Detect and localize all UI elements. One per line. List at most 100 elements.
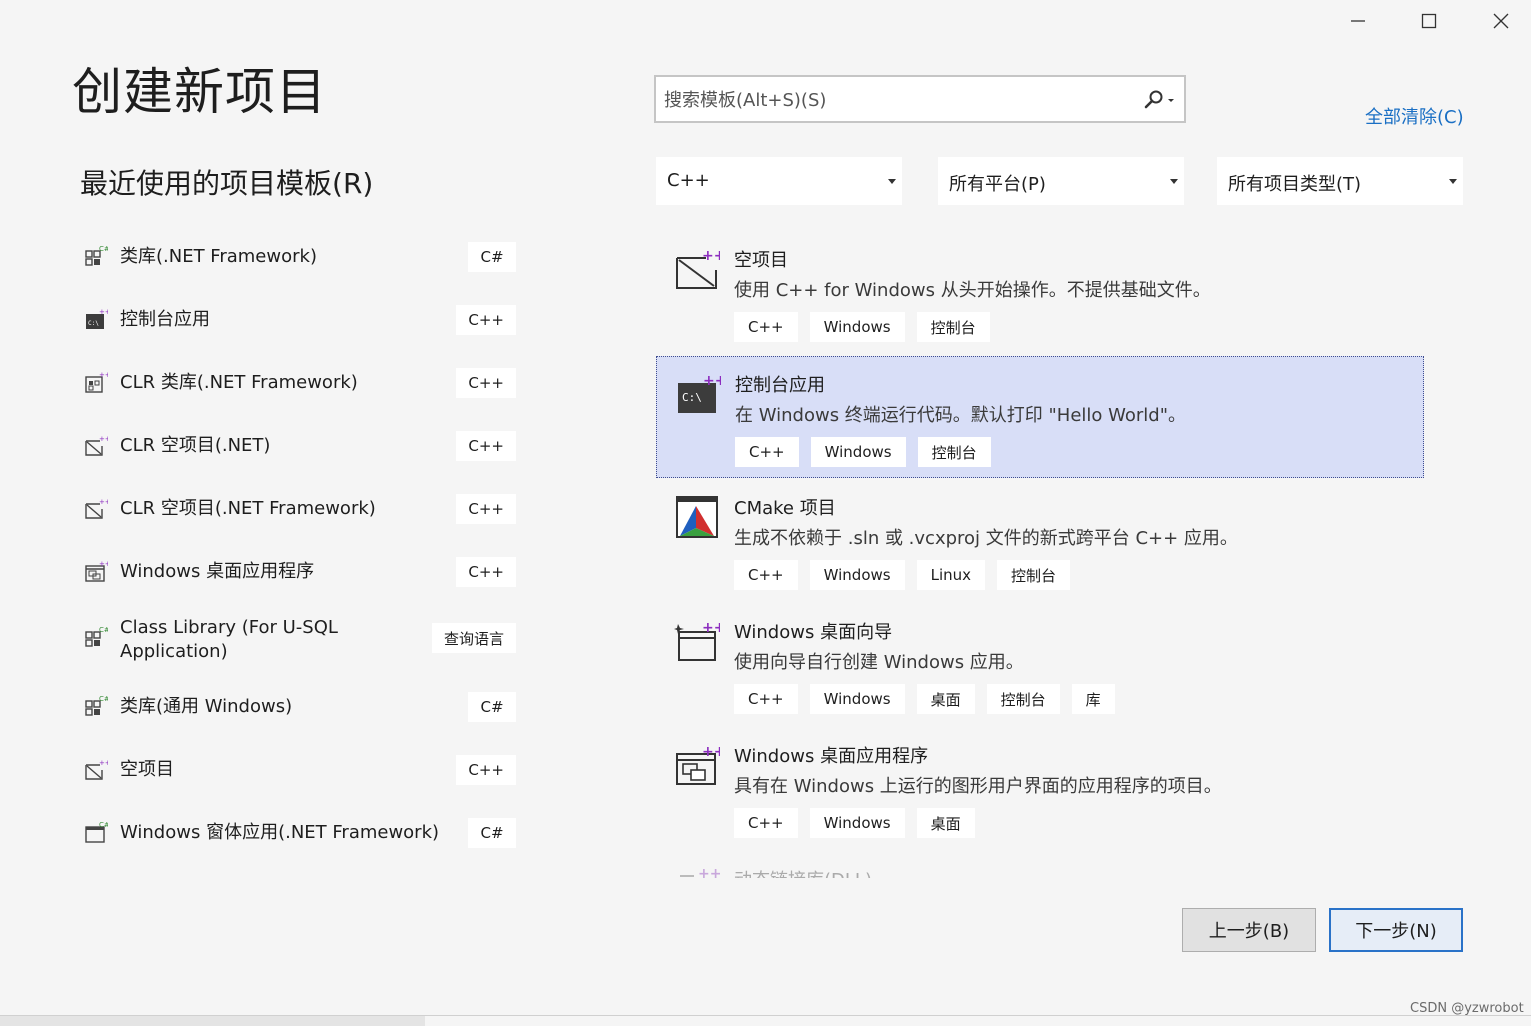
recent-item[interactable]: ++ 空项目 C++ (80, 742, 520, 798)
recent-item[interactable]: ++ CLR 类库(.NET Framework) C++ (80, 355, 520, 411)
clr-library-icon: ++ (85, 371, 108, 393)
empty-project-icon: ++ (85, 435, 108, 456)
template-tags: C++ Windows 桌面 (734, 808, 975, 838)
template-tags: C++ Windows 桌面 控制台 库 (734, 684, 1115, 714)
template-item-console-app[interactable]: C:\ ++ 控制台应用 在 Windows 终端运行代码。默认打印 "Hell… (656, 356, 1424, 478)
template-tag: 控制台 (916, 312, 990, 342)
svg-text:++: ++ (99, 498, 108, 506)
svg-text:C#: C# (99, 695, 108, 703)
template-tags: C++ Windows 控制台 (734, 312, 990, 342)
platform-filter-dropdown[interactable]: 所有平台(P) (938, 157, 1184, 205)
recent-item-name: CLR 类库(.NET Framework) (120, 372, 358, 393)
svg-text:++: ++ (698, 866, 721, 878)
recent-item-name: Windows 窗体应用(.NET Framework) (120, 822, 440, 843)
empty-project-icon: ++ (676, 248, 720, 289)
maximize-button[interactable] (1405, 6, 1453, 36)
recent-item-language: C++ (456, 494, 516, 524)
class-library-icon: C# (85, 245, 108, 266)
maximize-icon (1421, 13, 1437, 29)
template-tag: Windows (810, 437, 906, 467)
svg-text:C#: C# (99, 245, 108, 253)
search-box[interactable] (654, 75, 1186, 123)
recent-item-language: C++ (456, 557, 516, 587)
template-name: Windows 桌面向导 (734, 622, 893, 643)
back-button[interactable]: 上一步(B) (1182, 908, 1316, 952)
template-tag: 桌面 (916, 684, 975, 714)
footer-scroll-segment (0, 1016, 425, 1026)
recent-item-language: 查询语言 (431, 623, 516, 653)
minimize-icon (1351, 20, 1365, 22)
recent-item-language: C++ (456, 305, 516, 335)
recent-item[interactable]: ++ Windows 桌面应用程序 C++ (80, 544, 520, 600)
recent-item[interactable]: C# 类库(.NET Framework) C# (80, 229, 520, 285)
template-tag: 桌面 (916, 808, 975, 838)
recent-item-name-line2: Application) (120, 641, 228, 662)
template-tag: 控制台 (986, 684, 1060, 714)
recent-item[interactable]: C# Windows 窗体应用(.NET Framework) C# (80, 805, 520, 861)
recent-item-name: CLR 空项目(.NET Framework) (120, 498, 376, 519)
template-name: 动态链接库(DLL) (734, 866, 872, 878)
svg-text:++: ++ (99, 560, 108, 568)
console-app-icon: C:\ ++ (678, 373, 721, 413)
template-item-desktop-app[interactable]: ++ Windows 桌面应用程序 具有在 Windows 上运行的图形用户界面… (656, 728, 1424, 850)
svg-text:++: ++ (702, 744, 720, 760)
empty-project-icon: ++ (85, 759, 108, 780)
template-tag: Windows (809, 312, 905, 342)
chevron-down-icon (1170, 179, 1178, 184)
empty-project-icon: ++ (85, 498, 108, 519)
template-item-cmake-project[interactable]: CMake 项目 生成不依赖于 .sln 或 .vcxproj 文件的新式跨平台… (656, 480, 1424, 602)
template-name: 空项目 (734, 250, 788, 271)
template-tag: Windows (809, 684, 905, 714)
desktop-wizard-icon: ++ (674, 620, 720, 661)
svg-text:++: ++ (703, 373, 721, 389)
recent-item[interactable]: ++ CLR 空项目(.NET) C++ (80, 418, 520, 474)
recent-templates-heading: 最近使用的项目模板(R) (80, 162, 373, 202)
template-description: 具有在 Windows 上运行的图形用户界面的应用程序的项目。 (734, 776, 1222, 797)
svg-text:++: ++ (702, 620, 720, 636)
recent-item-name-line1: Class Library (For U-SQL (120, 617, 338, 638)
template-tag: 库 (1071, 684, 1115, 714)
svg-text:++: ++ (99, 759, 108, 767)
svg-text:C:\: C:\ (682, 391, 702, 404)
search-input[interactable] (662, 85, 1136, 115)
template-item-desktop-wizard[interactable]: ++ Windows 桌面向导 使用向导自行创建 Windows 应用。 C++… (656, 604, 1424, 726)
template-name: CMake 项目 (734, 498, 836, 519)
desktop-app-icon: ++ (676, 744, 720, 785)
template-item-empty-project[interactable]: ++ 空项目 使用 C++ for Windows 从头开始操作。不提供基础文件… (656, 232, 1424, 354)
recent-item-language: C# (468, 692, 516, 722)
recent-item-name: 类库(通用 Windows) (120, 696, 293, 717)
language-filter-dropdown[interactable]: C++ (656, 157, 902, 205)
template-tags: C++ Windows 控制台 (735, 437, 991, 467)
svg-text:++: ++ (99, 435, 108, 443)
recent-item-name: Class Library (For U-SQL Application) (120, 616, 338, 664)
recent-item-language: C# (468, 818, 516, 848)
template-description: 使用向导自行创建 Windows 应用。 (734, 652, 1024, 673)
template-tag: C++ (734, 684, 798, 714)
recent-item-language: C++ (456, 431, 516, 461)
recent-item[interactable]: ++ CLR 空项目(.NET Framework) C++ (80, 481, 520, 537)
clear-all-link[interactable]: 全部清除(C) (1365, 103, 1464, 129)
dll-icon: ++ (680, 866, 721, 878)
project-type-filter-value: 所有项目类型(T) (1228, 174, 1362, 195)
close-button[interactable] (1477, 6, 1525, 36)
recent-item-name: 类库(.NET Framework) (120, 246, 317, 267)
template-name: 控制台应用 (735, 375, 825, 396)
svg-text:C#: C# (99, 626, 108, 634)
watermark: CSDN @yzwrobot (1410, 1001, 1524, 1016)
template-tag: C++ (734, 808, 798, 838)
chevron-down-icon (1449, 179, 1457, 184)
template-tag: C++ (735, 437, 799, 467)
recent-item[interactable]: C# Class Library (For U-SQLApplication) … (80, 610, 520, 666)
recent-item[interactable]: C# 类库(通用 Windows) C# (80, 679, 520, 735)
project-type-filter-dropdown[interactable]: 所有项目类型(T) (1217, 157, 1463, 205)
recent-item-language: C++ (456, 755, 516, 785)
minimize-button[interactable] (1334, 6, 1382, 36)
console-app-icon: C:\ ++ (86, 308, 108, 329)
svg-text:C#: C# (99, 821, 108, 829)
template-item-dll-partial[interactable]: ++ 动态链接库(DLL) (676, 866, 976, 878)
next-button[interactable]: 下一步(N) (1329, 908, 1463, 952)
recent-heading-text: 最近使用的项目模板 (80, 167, 333, 200)
template-tag: 控制台 (997, 560, 1071, 590)
search-icon[interactable] (1142, 89, 1178, 111)
recent-item[interactable]: C:\ ++ 控制台应用 C++ (80, 292, 520, 348)
